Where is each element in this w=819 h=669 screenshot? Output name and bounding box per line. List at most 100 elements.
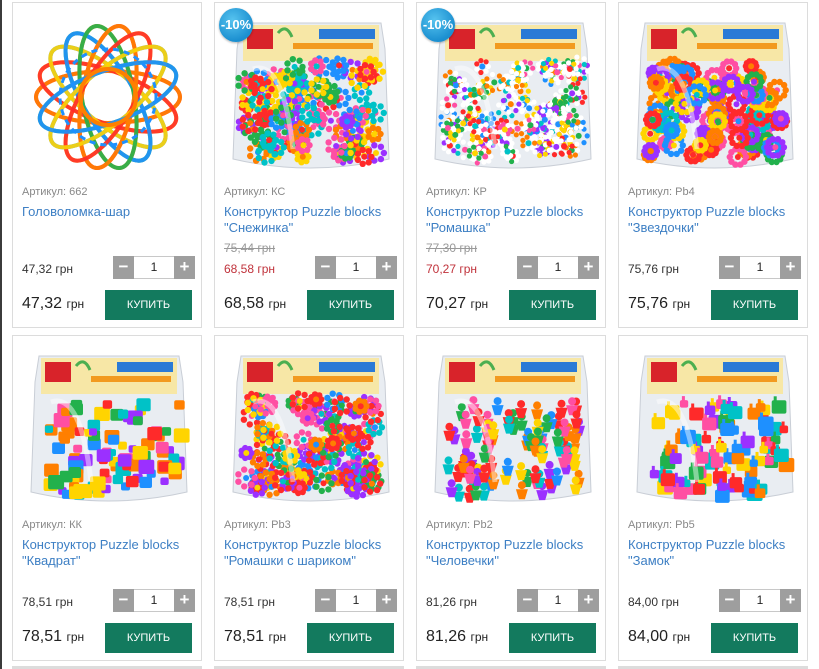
product-title-link[interactable]: Конструктор Puzzle blocks "Ромашка" [426,204,598,236]
total-price: 47,32 грн [22,295,84,313]
product-sku: Артикул: Pb2 [426,519,493,531]
total-price-currency: грн [672,630,691,644]
product-card: -10% Артикул: КС Конструктор Puzzle bloc… [214,2,404,328]
quantity-stepper: − 1 + [719,589,805,612]
quantity-stepper: − 1 + [315,256,401,279]
total-price-currency: грн [268,630,287,644]
total-price-currency: грн [268,297,287,311]
old-price: 75,44 грн [224,241,276,255]
quantity-stepper: − 1 + [517,589,603,612]
product-title-link[interactable]: Конструктор Puzzle blocks "Замок" [628,537,800,569]
product-title-link[interactable]: Конструктор Puzzle blocks "Ромашки с шар… [224,537,396,569]
product-image[interactable] [627,342,801,512]
quantity-input[interactable]: 1 [134,589,174,612]
buy-button[interactable]: КУПИТЬ [509,290,596,320]
total-price-currency: грн [66,630,85,644]
product-sku: Артикул: Pb3 [224,519,291,531]
product-card: Артикул: Pb3 Конструктор Puzzle blocks "… [214,335,404,661]
unit-price: 75,76 грн [628,262,680,276]
product-title-link[interactable]: Конструктор Puzzle blocks "Человечки" [426,537,598,569]
decrease-quantity-button[interactable]: − [315,589,336,612]
product-card: -10% Артикул: КР Конструктор Puzzle bloc… [416,2,606,328]
buy-button[interactable]: КУПИТЬ [509,623,596,653]
product-title-link[interactable]: Головоломка-шар [22,204,194,220]
total-price-value: 47,32 [22,295,63,312]
buy-button[interactable]: КУПИТЬ [105,290,192,320]
total-price-currency: грн [470,297,489,311]
decrease-quantity-button[interactable]: − [315,256,336,279]
unit-price: 78,51 грн [224,595,276,609]
increase-quantity-button[interactable]: + [174,589,195,612]
decrease-quantity-button[interactable]: − [719,256,740,279]
product-image[interactable] [21,9,195,179]
product-sku: Артикул: Pb4 [628,186,695,198]
decrease-quantity-button[interactable]: − [719,589,740,612]
increase-quantity-button[interactable]: + [578,589,599,612]
increase-quantity-button[interactable]: + [578,256,599,279]
total-price: 70,27 грн [426,295,488,313]
total-price-currency: грн [672,297,691,311]
quantity-input[interactable]: 1 [740,256,780,279]
buy-button[interactable]: КУПИТЬ [711,290,798,320]
left-edge-bar [0,0,2,669]
unit-price: 68,58 грн [224,262,276,276]
increase-quantity-button[interactable]: + [780,589,801,612]
quantity-input[interactable]: 1 [336,256,376,279]
quantity-stepper: − 1 + [113,256,199,279]
unit-price: 81,26 грн [426,595,478,609]
quantity-input[interactable]: 1 [538,589,578,612]
total-price: 78,51 грн [224,628,286,646]
product-image[interactable] [21,342,195,512]
product-title-link[interactable]: Конструктор Puzzle blocks "Звездочки" [628,204,800,236]
total-price: 75,76 грн [628,295,690,313]
product-sku: Артикул: КС [224,186,286,198]
product-title-link[interactable]: Конструктор Puzzle blocks "Квадрат" [22,537,194,569]
increase-quantity-button[interactable]: + [376,589,397,612]
unit-price: 78,51 грн [22,595,74,609]
product-card: Артикул: Pb4 Конструктор Puzzle blocks "… [618,2,808,328]
total-price-value: 75,76 [628,295,669,312]
product-image[interactable] [627,9,801,179]
total-price-value: 70,27 [426,295,467,312]
quantity-input[interactable]: 1 [538,256,578,279]
increase-quantity-button[interactable]: + [780,256,801,279]
old-price: 77,30 грн [426,241,478,255]
increase-quantity-button[interactable]: + [376,256,397,279]
buy-button[interactable]: КУПИТЬ [307,290,394,320]
quantity-input[interactable]: 1 [740,589,780,612]
discount-badge: -10% [219,8,253,42]
unit-price: 70,27 грн [426,262,478,276]
buy-button[interactable]: КУПИТЬ [307,623,394,653]
unit-price: 47,32 грн [22,262,74,276]
product-card: Артикул: Pb2 Конструктор Puzzle blocks "… [416,335,606,661]
buy-button[interactable]: КУПИТЬ [105,623,192,653]
decrease-quantity-button[interactable]: − [113,589,134,612]
total-price-value: 84,00 [628,628,669,645]
quantity-stepper: − 1 + [719,256,805,279]
discount-badge: -10% [421,8,455,42]
product-image[interactable] [425,342,599,512]
total-price-value: 78,51 [22,628,63,645]
decrease-quantity-button[interactable]: − [113,256,134,279]
increase-quantity-button[interactable]: + [174,256,195,279]
total-price: 68,58 грн [224,295,286,313]
total-price-value: 68,58 [224,295,265,312]
product-card: Артикул: КК Конструктор Puzzle blocks "К… [12,335,202,661]
product-card: Артикул: 662 Головоломка-шар 47,32 грн −… [12,2,202,328]
product-image[interactable] [223,342,397,512]
decrease-quantity-button[interactable]: − [517,256,538,279]
product-sku: Артикул: КК [22,519,82,531]
decrease-quantity-button[interactable]: − [517,589,538,612]
product-title-link[interactable]: Конструктор Puzzle blocks "Снежинка" [224,204,396,236]
buy-button[interactable]: КУПИТЬ [711,623,798,653]
quantity-stepper: − 1 + [315,589,401,612]
product-sku: Артикул: КР [426,186,487,198]
total-price-currency: грн [470,630,489,644]
total-price-value: 78,51 [224,628,265,645]
total-price-currency: грн [66,297,85,311]
total-price-value: 81,26 [426,628,467,645]
unit-price: 84,00 грн [628,595,680,609]
product-sku: Артикул: Pb5 [628,519,695,531]
quantity-input[interactable]: 1 [134,256,174,279]
quantity-input[interactable]: 1 [336,589,376,612]
